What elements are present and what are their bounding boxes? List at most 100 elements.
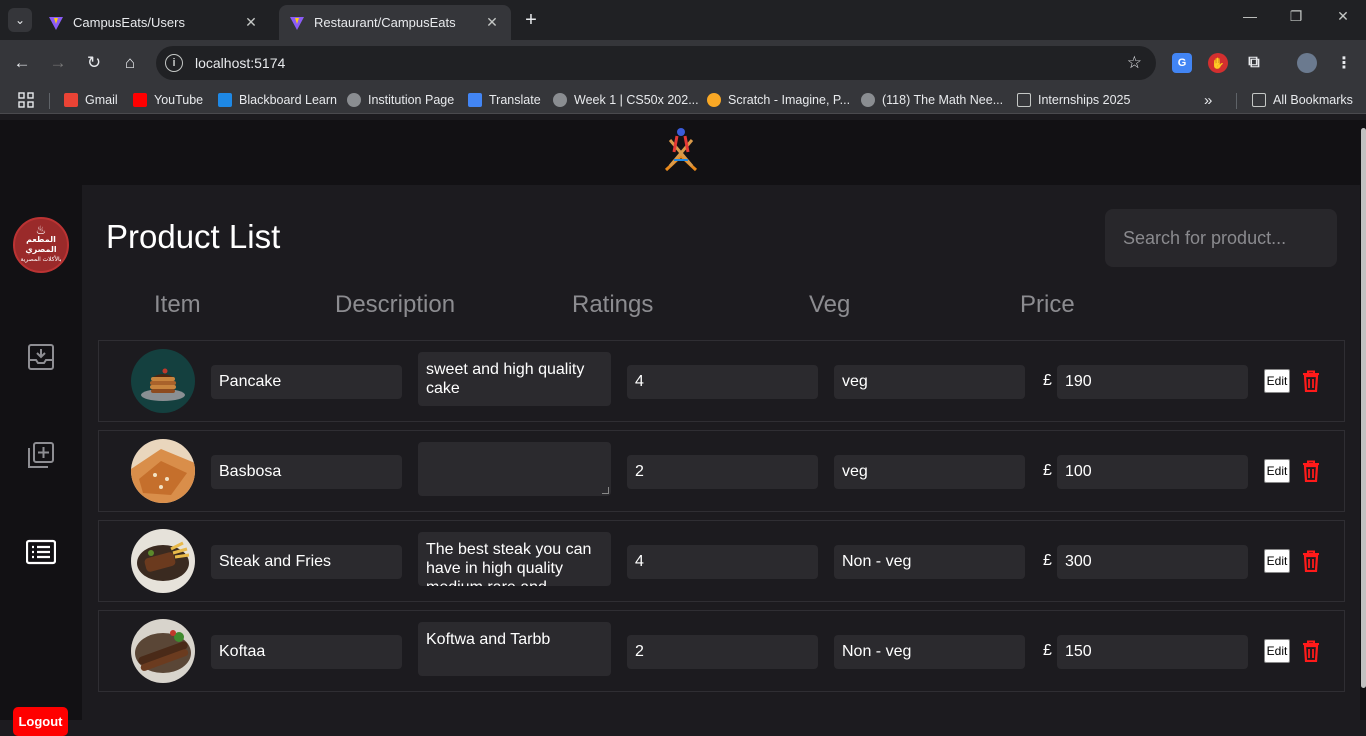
tab-campuseats-users[interactable]: CampusEats/Users ✕ bbox=[38, 5, 270, 40]
bookmark-translate[interactable]: Translate bbox=[468, 91, 541, 109]
back-icon[interactable]: ← bbox=[11, 52, 33, 74]
bookmark-math-needs[interactable]: (118) The Math Nee... bbox=[861, 91, 1003, 109]
google-translate-extension-icon[interactable]: G bbox=[1172, 53, 1192, 73]
product-image bbox=[131, 619, 195, 683]
product-row: Basbosa 2 veg £ 100 Edit bbox=[98, 430, 1345, 512]
column-header-veg: Veg bbox=[809, 291, 851, 318]
product-rating-field[interactable]: 4 bbox=[627, 365, 818, 399]
bookmark-gmail[interactable]: Gmail bbox=[64, 91, 118, 109]
product-price-field[interactable]: 100 bbox=[1057, 455, 1248, 489]
scratch-icon bbox=[707, 93, 721, 107]
apps-grid-icon[interactable] bbox=[18, 91, 34, 109]
edit-button[interactable]: Edit bbox=[1264, 639, 1290, 663]
vite-favicon-icon bbox=[49, 16, 63, 30]
bookmark-youtube[interactable]: YouTube bbox=[133, 91, 203, 109]
product-row: Pancake sweet and high quality cake 4 ve… bbox=[98, 340, 1345, 422]
product-veg-field[interactable]: Non - veg bbox=[834, 635, 1025, 669]
folder-icon bbox=[1252, 93, 1266, 107]
product-row: Steak and Fries The best steak you can h… bbox=[98, 520, 1345, 602]
product-description-field[interactable] bbox=[418, 442, 611, 496]
app-header bbox=[0, 120, 1360, 185]
profile-avatar-icon[interactable] bbox=[1297, 53, 1317, 73]
product-list-panel: Product List Item Description Ratings Ve… bbox=[82, 185, 1360, 720]
home-icon[interactable]: ⌂ bbox=[119, 52, 141, 74]
bookmark-scratch[interactable]: Scratch - Imagine, P... bbox=[707, 91, 850, 109]
extensions-puzzle-icon[interactable]: ⧉ bbox=[1244, 53, 1264, 73]
youtube-icon bbox=[133, 93, 147, 107]
url-text: localhost:5174 bbox=[195, 55, 286, 71]
product-veg-field[interactable]: veg bbox=[834, 365, 1025, 399]
translate-icon bbox=[468, 93, 482, 107]
add-product-icon[interactable] bbox=[26, 440, 56, 470]
product-rating-field[interactable]: 2 bbox=[627, 455, 818, 489]
product-description-field[interactable]: sweet and high quality cake bbox=[418, 352, 611, 406]
page-scrollbar-thumb[interactable] bbox=[1361, 128, 1366, 688]
product-veg-field[interactable]: Non - veg bbox=[834, 545, 1025, 579]
currency-symbol: £ bbox=[1043, 552, 1052, 569]
product-row: Koftaa Koftwa and Tarbb 2 Non - veg £ 15… bbox=[98, 610, 1345, 692]
tab-restaurant-campuseats[interactable]: Restaurant/CampusEats ✕ bbox=[279, 5, 511, 40]
column-header-ratings: Ratings bbox=[572, 291, 654, 318]
column-header-price: Price bbox=[1020, 291, 1075, 318]
delete-trash-icon[interactable] bbox=[1302, 640, 1320, 662]
close-window-icon[interactable]: ✕ bbox=[1331, 8, 1355, 25]
edit-button[interactable]: Edit bbox=[1264, 549, 1290, 573]
column-header-description: Description bbox=[335, 291, 456, 318]
all-bookmarks-folder[interactable]: All Bookmarks bbox=[1252, 91, 1353, 109]
tab-search-button[interactable]: ⌄ bbox=[8, 8, 32, 32]
campuseats-logo-icon bbox=[664, 128, 698, 172]
site-info-icon[interactable]: i bbox=[165, 54, 183, 72]
bookmark-blackboard[interactable]: Blackboard Learn bbox=[218, 91, 337, 109]
currency-symbol: £ bbox=[1043, 372, 1052, 389]
product-name-field[interactable]: Koftaa bbox=[211, 635, 402, 669]
close-tab-icon[interactable]: ✕ bbox=[483, 14, 501, 31]
product-veg-field[interactable]: veg bbox=[834, 455, 1025, 489]
restaurant-brand-logo[interactable]: ♨ المطعم المصري بالأكلات المصرية bbox=[13, 217, 69, 273]
bookmark-internships-folder[interactable]: Internships 2025 bbox=[1017, 91, 1130, 109]
currency-symbol: £ bbox=[1043, 462, 1052, 479]
address-bar[interactable]: i localhost:5174 ☆ bbox=[156, 46, 1156, 80]
product-name-field[interactable]: Steak and Fries bbox=[211, 545, 402, 579]
product-image bbox=[131, 349, 195, 413]
delete-trash-icon[interactable] bbox=[1302, 460, 1320, 482]
tab-title: Restaurant/CampusEats bbox=[314, 15, 456, 30]
bookmark-institution-page[interactable]: Institution Page bbox=[347, 91, 454, 109]
bookmarks-bar: Gmail YouTube Blackboard Learn Instituti… bbox=[0, 86, 1366, 114]
product-description-field[interactable]: The best steak you can have in high qual… bbox=[418, 532, 611, 586]
search-input[interactable] bbox=[1105, 209, 1337, 267]
delete-trash-icon[interactable] bbox=[1302, 550, 1320, 572]
bookmark-star-icon[interactable]: ☆ bbox=[1127, 53, 1142, 73]
close-tab-icon[interactable]: ✕ bbox=[242, 14, 260, 31]
more-bookmarks-chevron-icon[interactable]: » bbox=[1204, 91, 1212, 109]
column-header-item: Item bbox=[154, 291, 201, 318]
globe-icon bbox=[347, 93, 361, 107]
browser-menu-icon[interactable]: ⋮ bbox=[1334, 53, 1354, 73]
download-inbox-icon[interactable] bbox=[26, 342, 56, 372]
edit-button[interactable]: Edit bbox=[1264, 369, 1290, 393]
delete-trash-icon[interactable] bbox=[1302, 370, 1320, 392]
gmail-icon bbox=[64, 93, 78, 107]
product-name-field[interactable]: Pancake bbox=[211, 365, 402, 399]
product-rating-field[interactable]: 2 bbox=[627, 635, 818, 669]
logout-button[interactable]: Logout bbox=[13, 707, 68, 736]
minimize-icon[interactable]: — bbox=[1238, 8, 1262, 24]
blackboard-icon bbox=[218, 93, 232, 107]
product-description-field[interactable]: Koftwa and Tarbb bbox=[418, 622, 611, 676]
reload-icon[interactable]: ↻ bbox=[83, 52, 105, 74]
product-price-field[interactable]: 150 bbox=[1057, 635, 1248, 669]
product-image bbox=[131, 529, 195, 593]
sidebar: ♨ المطعم المصري بالأكلات المصرية Logout bbox=[0, 185, 82, 736]
edit-button[interactable]: Edit bbox=[1264, 459, 1290, 483]
forward-icon[interactable]: → bbox=[47, 52, 69, 74]
product-list-icon[interactable] bbox=[26, 537, 56, 567]
bookmark-cs50x[interactable]: Week 1 | CS50x 202... bbox=[553, 91, 699, 109]
adblock-extension-icon[interactable]: ✋ bbox=[1208, 53, 1228, 73]
product-name-field[interactable]: Basbosa bbox=[211, 455, 402, 489]
product-price-field[interactable]: 190 bbox=[1057, 365, 1248, 399]
globe-icon bbox=[861, 93, 875, 107]
new-tab-button[interactable]: + bbox=[520, 9, 542, 31]
restore-icon[interactable]: ❐ bbox=[1284, 8, 1308, 25]
chef-hat-icon: ♨ bbox=[35, 223, 47, 237]
product-price-field[interactable]: 300 bbox=[1057, 545, 1248, 579]
product-rating-field[interactable]: 4 bbox=[627, 545, 818, 579]
